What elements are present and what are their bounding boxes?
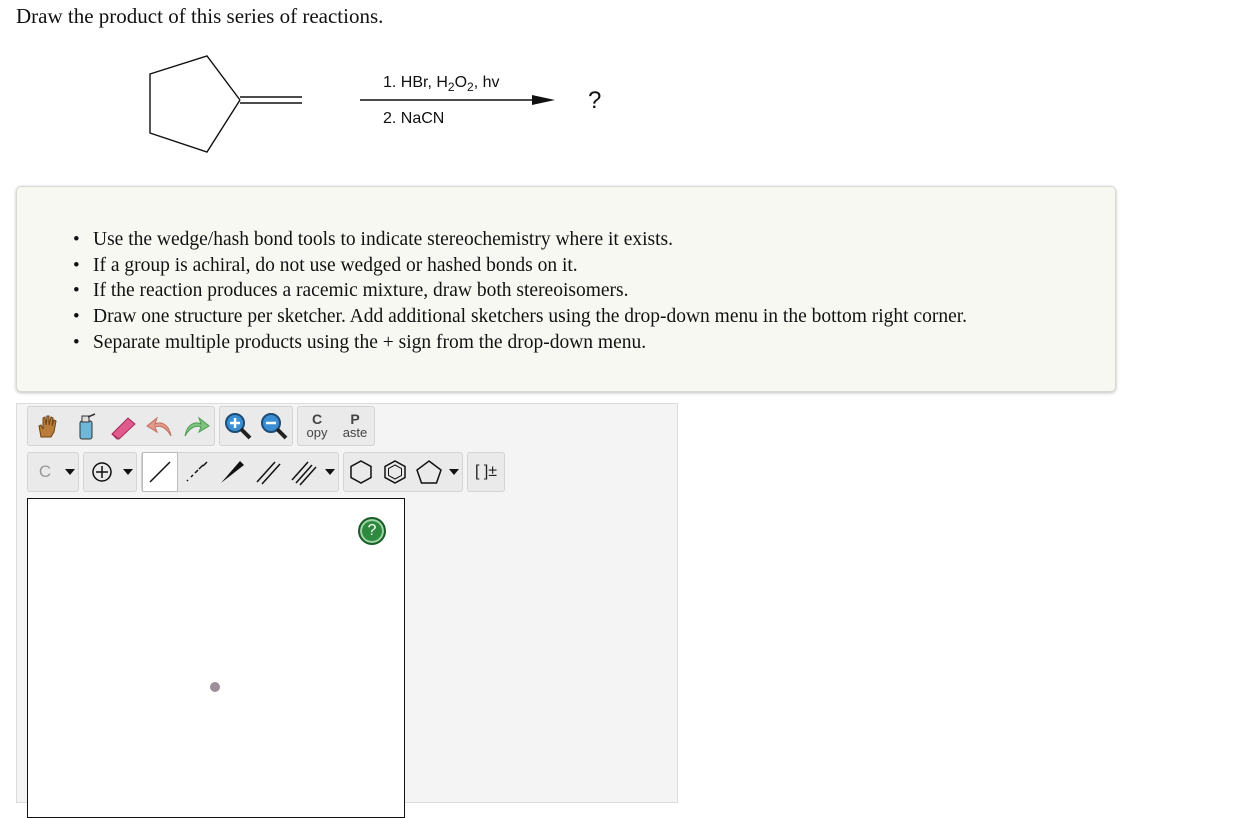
clean-bottle-icon xyxy=(79,413,96,440)
wedge-bond-icon xyxy=(221,461,244,483)
product-placeholder: ? xyxy=(588,87,602,114)
benzene-button[interactable] xyxy=(378,452,412,492)
instruction-item: • If the reaction produces a racemic mixt… xyxy=(73,278,967,304)
instruction-item: • Use the wedge/hash bond tools to indica… xyxy=(73,227,967,253)
copy-button[interactable]: Copy xyxy=(298,406,336,446)
zoom-in-button[interactable] xyxy=(220,406,256,446)
bullet-point: • xyxy=(73,280,80,302)
tool-group-bracket: [ ]± xyxy=(467,452,505,492)
caret-down-icon xyxy=(325,469,335,475)
hash-bond-icon xyxy=(186,461,208,482)
charge-plus-icon xyxy=(92,462,112,482)
drawing-canvas[interactable]: ? xyxy=(27,498,405,818)
atom-dropdown[interactable] xyxy=(62,468,78,476)
sketcher: Copy Paste C []± ? xyxy=(16,403,678,818)
hand-icon xyxy=(38,415,57,438)
tool-group-clipboard: Copy Paste xyxy=(297,406,375,446)
charge-tool-button[interactable] xyxy=(84,452,120,492)
caret-down-icon xyxy=(65,469,75,475)
reagent-step-2: 2. NaCN xyxy=(383,110,445,127)
atom-tool-button[interactable]: C xyxy=(28,452,62,492)
reaction-scheme: 1. HBr, H2O2, hv 2. NaCN ? xyxy=(140,48,640,158)
wedge-bond-button[interactable] xyxy=(214,452,250,492)
cyclohexane-icon xyxy=(350,460,372,484)
caret-down-icon xyxy=(123,469,133,475)
ring-dropdown[interactable] xyxy=(446,468,462,476)
methylenecyclopentane-structure xyxy=(149,55,302,153)
redo-button[interactable] xyxy=(178,406,214,446)
bullet-point: • xyxy=(73,254,80,276)
caret-down-icon xyxy=(449,469,459,475)
paste-button[interactable]: Paste xyxy=(336,406,374,446)
triple-bond-icon xyxy=(291,461,317,486)
triple-bond-button[interactable] xyxy=(286,452,322,492)
zoom-in-icon xyxy=(225,413,252,440)
reaction-arrow xyxy=(360,95,555,105)
bullet-point: • xyxy=(73,331,80,353)
clean-tool-button[interactable] xyxy=(66,406,104,446)
cyclopentane-button[interactable] xyxy=(412,452,446,492)
instructions-panel: • Use the wedge/hash bond tools to indica… xyxy=(16,186,1116,392)
instruction-item: • Draw one structure per sketcher. Add ad… xyxy=(73,304,967,330)
single-bond-icon xyxy=(149,461,171,483)
instruction-item: • Separate multiple products using the + … xyxy=(73,330,967,356)
double-bond-icon xyxy=(256,461,281,485)
tool-group-bonds xyxy=(141,452,339,492)
hand-tool-button[interactable] xyxy=(28,406,66,446)
charge-dropdown[interactable] xyxy=(120,468,136,476)
zoom-out-icon xyxy=(261,413,288,440)
tool-group-edit xyxy=(27,406,215,446)
eraser-icon xyxy=(111,417,136,440)
erase-tool-button[interactable] xyxy=(104,406,142,446)
canvas-dot xyxy=(210,682,220,692)
zoom-out-button[interactable] xyxy=(256,406,292,446)
double-bond-button[interactable] xyxy=(250,452,286,492)
instructions-list: • Use the wedge/hash bond tools to indica… xyxy=(73,227,967,356)
question-text: Draw the product of this series of react… xyxy=(16,4,384,28)
undo-icon xyxy=(146,416,172,437)
toolbar-row-2: C []± xyxy=(27,452,509,492)
bullet-point: • xyxy=(73,229,80,250)
redo-icon xyxy=(184,416,210,437)
tool-group-zoom xyxy=(219,406,293,446)
instruction-item: • If a group is achiral, do not use wedge… xyxy=(73,253,967,279)
single-bond-button[interactable] xyxy=(142,452,178,492)
cyclohexane-button[interactable] xyxy=(344,452,378,492)
undo-button[interactable] xyxy=(142,406,178,446)
bullet-point: • xyxy=(73,306,80,328)
bond-dropdown[interactable] xyxy=(322,468,338,476)
tool-group-charge xyxy=(83,452,137,492)
reaction-drawing xyxy=(149,55,555,153)
benzene-icon xyxy=(384,460,406,484)
toolbar-row-1: Copy Paste xyxy=(27,406,379,446)
tool-group-rings xyxy=(343,452,463,492)
cyclopentane-icon xyxy=(416,460,442,484)
reagent-step-1: 1. HBr, H2O2, hv xyxy=(383,74,500,95)
bracket-button[interactable]: [ ]± xyxy=(468,452,504,492)
help-button[interactable]: ? xyxy=(358,517,386,545)
tool-group-atom: C xyxy=(27,452,79,492)
hash-bond-button[interactable] xyxy=(178,452,214,492)
